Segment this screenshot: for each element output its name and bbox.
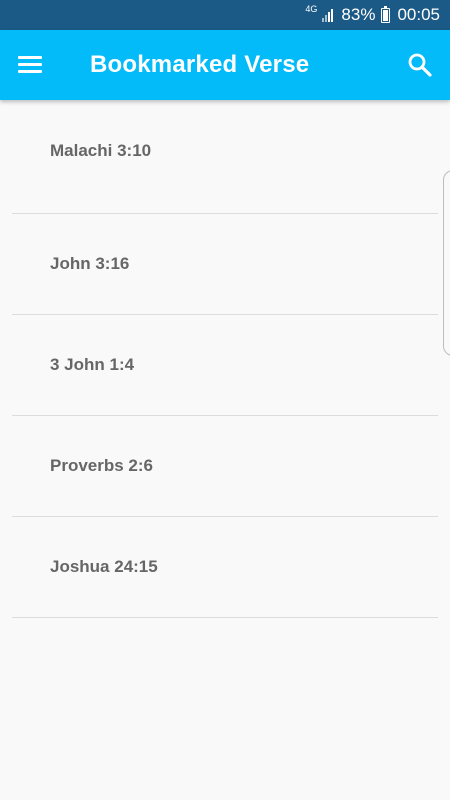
bookmark-item-joshua-24-15[interactable]: Joshua 24:15 bbox=[12, 517, 438, 618]
status-indicators: 4G 83% 00:05 bbox=[305, 0, 440, 30]
bookmark-item-john-3-16[interactable]: John 3:16 bbox=[12, 214, 438, 315]
status-bar: 4G 83% 00:05 bbox=[0, 0, 450, 30]
edge-panel-handle[interactable] bbox=[443, 170, 450, 356]
bookmark-item-malachi-3-10[interactable]: Malachi 3:10 bbox=[12, 100, 438, 214]
page-title: Bookmarked Verse bbox=[90, 51, 310, 78]
battery-percent: 83% bbox=[341, 5, 376, 24]
bookmark-list: Malachi 3:10 John 3:16 3 John 1:4 Prover… bbox=[0, 100, 450, 618]
bookmark-label: 3 John 1:4 bbox=[50, 355, 135, 374]
bookmark-item-3-john-1-4[interactable]: 3 John 1:4 bbox=[12, 315, 438, 416]
search-icon[interactable] bbox=[404, 49, 436, 81]
app-bar: Bookmarked Verse bbox=[0, 30, 450, 100]
bookmark-label: John 3:16 bbox=[50, 254, 130, 273]
network-type-label: 4G bbox=[305, 4, 318, 14]
bookmark-label: Proverbs 2:6 bbox=[50, 456, 153, 475]
hamburger-menu-icon[interactable] bbox=[12, 47, 48, 83]
bookmark-item-proverbs-2-6[interactable]: Proverbs 2:6 bbox=[12, 416, 438, 517]
battery-charging-icon bbox=[381, 5, 391, 23]
status-clock: 00:05 bbox=[397, 5, 440, 24]
bookmark-label: Joshua 24:15 bbox=[50, 557, 158, 576]
bookmark-label: Malachi 3:10 bbox=[50, 141, 152, 160]
signal-strength-icon bbox=[322, 8, 334, 22]
